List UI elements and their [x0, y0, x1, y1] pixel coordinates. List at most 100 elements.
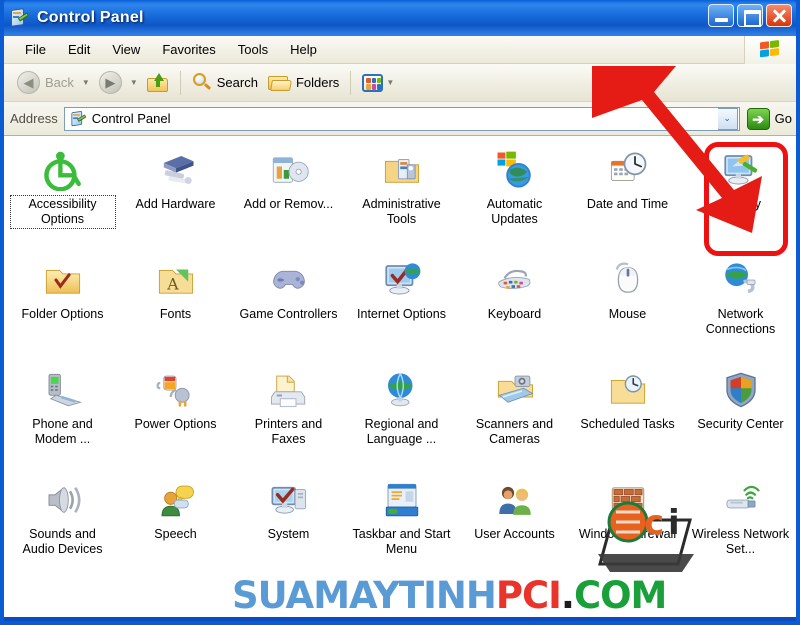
item-label: Folder Options	[21, 307, 104, 321]
control-panel-item-folder-options[interactable]: Folder Options	[6, 252, 119, 362]
control-panel-item-display[interactable]: Display	[684, 142, 796, 256]
control-panel-item-mouse[interactable]: Mouse	[571, 252, 684, 362]
control-panel-item-speech[interactable]: Speech	[119, 472, 232, 582]
item-label: Scheduled Tasks	[580, 417, 675, 431]
control-panel-item-sounds-and-audio-devices[interactable]: Sounds and Audio Devices	[6, 472, 119, 582]
mouse-icon	[605, 258, 651, 302]
scheduled-tasks-icon	[605, 368, 651, 412]
back-history-caret-icon[interactable]: ▼	[82, 78, 90, 87]
menu-item-help[interactable]: Help	[279, 39, 328, 60]
address-dropdown-button[interactable]: ⌄	[717, 107, 738, 130]
go-label: Go	[774, 111, 792, 126]
item-label: Display	[720, 197, 761, 211]
taskbar-start-menu-icon	[379, 478, 425, 522]
window-controls	[708, 4, 792, 27]
control-panel-item-printers-and-faxes[interactable]: Printers and Faxes	[232, 362, 345, 472]
control-panel-item-scanners-and-cameras[interactable]: Scanners and Cameras	[458, 362, 571, 472]
menu-item-favorites[interactable]: Favorites	[151, 39, 226, 60]
folders-button[interactable]: Folders	[263, 68, 344, 98]
title-bar[interactable]: Control Panel	[4, 0, 796, 36]
folder-icon	[267, 74, 292, 92]
add-hardware-icon	[153, 148, 199, 192]
forward-button[interactable]: ▶	[94, 68, 127, 98]
control-panel-item-security-center[interactable]: Security Center	[684, 362, 796, 472]
item-label: Power Options	[134, 417, 217, 431]
folders-label: Folders	[295, 75, 340, 90]
item-label: Speech	[154, 527, 197, 541]
control-panel-item-game-controllers[interactable]: Game Controllers	[232, 252, 345, 362]
control-panel-item-add-hardware[interactable]: Add Hardware	[119, 142, 232, 252]
sounds-audio-icon	[40, 478, 86, 522]
menu-item-view[interactable]: View	[101, 39, 151, 60]
control-panel-item-wireless-network-set[interactable]: Wireless Network Set...	[684, 472, 796, 582]
item-label: Administrative Tools	[362, 197, 441, 226]
address-input[interactable]: Control Panel ⌄	[63, 106, 740, 131]
address-bar: Address Control Panel ⌄ ➔ Go	[4, 102, 796, 136]
back-button[interactable]: ◀ Back	[12, 68, 79, 98]
control-panel-item-add-or-remov[interactable]: Add or Remov...	[232, 142, 345, 252]
system-icon	[266, 478, 312, 522]
item-label: Regional and Language ...	[364, 417, 439, 446]
back-label: Back	[45, 75, 74, 90]
item-label: Add Hardware	[135, 197, 216, 211]
control-panel-item-fonts[interactable]: A Fonts	[119, 252, 232, 362]
views-caret-icon[interactable]: ▼	[386, 78, 394, 87]
up-folder-icon	[146, 73, 169, 92]
game-controllers-icon	[266, 258, 312, 302]
search-button[interactable]: Search	[187, 68, 263, 98]
control-panel-item-internet-options[interactable]: Internet Options	[345, 252, 458, 362]
control-panel-item-regional-and-language[interactable]: Regional and Language ...	[345, 362, 458, 472]
views-button[interactable]: ▼	[357, 68, 403, 98]
internet-options-icon	[379, 258, 425, 302]
control-panel-item-keyboard[interactable]: Keyboard	[458, 252, 571, 362]
menu-item-tools[interactable]: Tools	[227, 39, 279, 60]
control-panel-item-windows-firewall[interactable]: Windows Firewall	[571, 472, 684, 582]
item-label: Add or Remov...	[243, 197, 334, 211]
printers-faxes-icon	[266, 368, 312, 412]
item-label: Date and Time	[586, 197, 669, 211]
control-panel-item-date-and-time[interactable]: Date and Time	[571, 142, 684, 252]
item-label: Taskbar and Start Menu	[352, 527, 451, 556]
minimize-button[interactable]	[708, 4, 734, 27]
window-title: Control Panel	[37, 9, 144, 26]
go-arrow-icon: ➔	[746, 107, 770, 130]
forward-history-caret-icon[interactable]: ▼	[130, 78, 138, 87]
windows-flag-icon	[744, 36, 796, 64]
item-label: Keyboard	[487, 307, 542, 321]
control-panel-item-phone-and-modem[interactable]: Phone and Modem ...	[6, 362, 119, 472]
maximize-button[interactable]	[737, 4, 763, 27]
display-icon	[718, 148, 764, 192]
regional-language-icon	[379, 368, 425, 412]
forward-arrow-icon: ▶	[98, 71, 122, 94]
control-panel-item-system[interactable]: System	[232, 472, 345, 582]
item-label: Sounds and Audio Devices	[22, 527, 103, 556]
item-label: Windows Firewall	[578, 527, 677, 541]
automatic-updates-icon	[492, 148, 538, 192]
item-label: User Accounts	[474, 527, 555, 541]
control-panel-item-power-options[interactable]: Power Options	[119, 362, 232, 472]
administrative-tools-icon	[379, 148, 425, 192]
control-panel-icon-grid: Accessibility Options Add Hardware Add or …	[4, 136, 796, 582]
scanners-cameras-icon	[492, 368, 538, 412]
folder-options-icon	[40, 258, 86, 302]
security-center-icon	[718, 368, 764, 412]
views-grid-icon	[362, 73, 384, 92]
control-panel-item-scheduled-tasks[interactable]: Scheduled Tasks	[571, 362, 684, 472]
control-panel-item-user-accounts[interactable]: User Accounts	[458, 472, 571, 582]
keyboard-icon	[492, 258, 538, 302]
close-button[interactable]	[766, 4, 792, 27]
item-label: Mouse	[608, 307, 647, 321]
control-panel-item-administrative-tools[interactable]: Administrative Tools	[345, 142, 458, 252]
control-panel-item-network-connections[interactable]: Network Connections	[684, 252, 796, 362]
control-panel-icon-small	[69, 110, 87, 128]
item-label: Scanners and Cameras	[475, 417, 554, 446]
go-button[interactable]: ➔ Go	[746, 107, 792, 130]
menu-item-file[interactable]: File	[14, 39, 57, 60]
windows-firewall-icon	[605, 478, 651, 522]
up-button[interactable]	[142, 68, 174, 98]
control-panel-item-accessibility-options[interactable]: Accessibility Options	[6, 142, 119, 252]
control-panel-item-automatic-updates[interactable]: Automatic Updates	[458, 142, 571, 252]
control-panel-content: Accessibility Options Add Hardware Add or …	[4, 136, 796, 617]
control-panel-item-taskbar-and-start-menu[interactable]: Taskbar and Start Menu	[345, 472, 458, 582]
menu-item-edit[interactable]: Edit	[57, 39, 101, 60]
